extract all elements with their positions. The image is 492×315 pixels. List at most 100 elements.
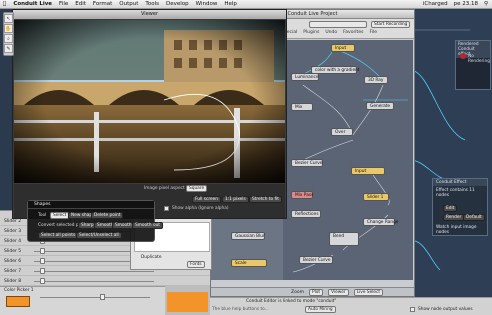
full-screen-button[interactable]: Full screen	[192, 196, 221, 203]
color-swatch[interactable]	[6, 296, 30, 307]
node-gradient[interactable]: color with a gradient	[311, 66, 360, 74]
menu-develop[interactable]: Develop	[166, 1, 189, 7]
viewer-window: Viewer Image pixel aspect Square Full sc…	[12, 9, 287, 219]
stretch-to-fit-button[interactable]: Stretch to fit	[249, 196, 282, 203]
tool-label: Tool	[38, 213, 47, 218]
zoom-label: Zoom	[291, 289, 304, 295]
project-bottom-bar: Zoom Plot Viewer Live Select	[211, 287, 414, 296]
effect-node-count: Effect contains 11 nodes	[436, 188, 475, 198]
color-picker-panel: Color Picker 1	[0, 286, 165, 315]
no-rendering-label: No Rendering	[468, 54, 490, 64]
menu-window[interactable]: Window	[196, 1, 218, 7]
viewer-button[interactable]: Viewer	[328, 288, 349, 296]
arrow-tool-icon[interactable]: ↖	[4, 14, 13, 23]
delete-point-button[interactable]: Delete point	[91, 212, 124, 219]
node-input-2[interactable]: Input	[351, 167, 385, 175]
status-hint: The blue help buttons to...	[212, 307, 269, 312]
pixel-aspect-select[interactable]: Square	[186, 185, 208, 192]
plot-button[interactable]: Plot	[308, 288, 324, 296]
slider-label: Slider 4	[4, 239, 22, 244]
slider-knob[interactable]	[40, 268, 45, 274]
menu-bar:  Conduit Live File Edit Format Output T…	[0, 0, 492, 9]
slider-track[interactable]	[34, 281, 154, 282]
effect-title: Conduit Effect	[433, 179, 487, 186]
default-button[interactable]: Default	[463, 214, 485, 221]
slider-label: Slider 7	[4, 269, 22, 274]
show-node-output-label: Show node output values	[418, 307, 473, 312]
menu-app-name[interactable]: Conduit Live	[13, 1, 52, 7]
viewer-image[interactable]	[14, 20, 285, 183]
menu-output[interactable]: Output	[119, 1, 138, 7]
duplicate-label[interactable]: Duplicate	[141, 255, 161, 260]
tab-favorites[interactable]: Favorites	[343, 30, 363, 35]
node-mix-pass[interactable]: Mix Pass	[291, 191, 313, 199]
viewer-title: Viewer	[13, 10, 286, 19]
record-dot-icon	[460, 53, 466, 59]
menubar-clock: pe 23.18	[453, 1, 478, 7]
show-node-output-checkbox[interactable]	[410, 307, 415, 312]
slider-knob[interactable]	[40, 248, 45, 254]
search-field[interactable]	[309, 21, 367, 28]
spotlight-icon[interactable]: ⚲	[484, 1, 488, 7]
auto-miring-button[interactable]: Auto Miring	[305, 306, 336, 313]
edit-button[interactable]: Edit	[443, 205, 458, 212]
pen-tool-icon[interactable]: ✎	[4, 44, 13, 53]
conduit-effect-panel: Conduit Effect Effect contains 11 nodes …	[432, 178, 488, 236]
status-message: Conduit Editor is linked to mode "condui…	[246, 299, 337, 304]
tab-plugins[interactable]: Plugins	[303, 30, 319, 35]
show-alpha-label: Show alpha (Ignore alpha)	[172, 206, 229, 211]
node-input[interactable]: Input	[331, 44, 355, 52]
node-change-range[interactable]: Change Range	[363, 218, 398, 226]
apple-icon[interactable]: 	[3, 1, 6, 7]
node-reflections[interactable]: Reflections	[291, 210, 321, 218]
node-3d-ray[interactable]: 3D Ray	[364, 76, 388, 84]
slider-knob[interactable]	[40, 258, 45, 264]
one-to-one-button[interactable]: 1:1 pixels	[222, 196, 249, 203]
render-button[interactable]: Render	[443, 214, 465, 221]
menu-file[interactable]: File	[59, 1, 68, 7]
menubar-status: iCharged pe 23.18 ⚲	[423, 1, 492, 7]
select-unselect-all-button[interactable]: Select/Unselect all	[76, 232, 122, 239]
smooth-out-button[interactable]: Smooth out	[132, 222, 163, 229]
menu-help[interactable]: Help	[224, 1, 237, 7]
color-picker-label: Color Picker 1	[4, 288, 34, 293]
node-over[interactable]: Over	[331, 128, 353, 136]
start-recording-button[interactable]: Start Recording	[371, 21, 411, 28]
live-select-button[interactable]: Live Select	[353, 288, 384, 296]
node-bend[interactable]: Bend	[329, 232, 359, 246]
tab-file[interactable]: File	[369, 30, 377, 35]
node-gaussian-blur[interactable]: Gaussian Blur	[231, 232, 265, 240]
menu-edit[interactable]: Edit	[75, 1, 86, 7]
bridge-photo	[14, 20, 285, 183]
node-mix[interactable]: Mix	[291, 103, 313, 111]
slider-knob[interactable]	[40, 278, 45, 284]
slider-label: Slider 2	[4, 219, 22, 224]
status-bar: Conduit Editor is linked to mode "condui…	[210, 297, 492, 315]
node-bezier-curve-2[interactable]: Bezier Curve	[299, 256, 333, 264]
tab-undo[interactable]: Undo	[325, 30, 337, 35]
select-tool-button[interactable]: Select	[50, 212, 70, 219]
pixel-aspect-label: Image pixel aspect	[144, 186, 185, 191]
slider-track[interactable]	[34, 271, 154, 272]
slider-row: Slider 8	[0, 277, 210, 286]
zoom-tool-icon[interactable]: ⌕	[4, 34, 13, 43]
color-slider-knob[interactable]	[100, 294, 105, 300]
shapes-title: Shapes	[28, 201, 154, 209]
fonts-button[interactable]: Fonts	[187, 261, 205, 268]
node-generate[interactable]: Generate	[366, 102, 394, 110]
node-bezier-curve[interactable]: Bezier Curve	[291, 159, 323, 167]
menubar-user[interactable]: iCharged	[423, 1, 448, 7]
menu-tools[interactable]: Tools	[145, 1, 159, 7]
select-all-points-button[interactable]: Select all points	[38, 232, 79, 239]
menu-format[interactable]: Format	[93, 1, 112, 7]
hand-tool-icon[interactable]: ✋	[4, 24, 13, 33]
rendered-effect-panel: Rendered Conduit effect No Rendering	[455, 40, 491, 90]
node-scale[interactable]: Scale	[231, 259, 267, 267]
watch-input-label[interactable]: Watch input image nodes	[436, 225, 487, 235]
show-alpha-checkbox[interactable]	[164, 206, 169, 211]
slider-label: Slider 3	[4, 229, 22, 234]
slider-label: Slider 8	[4, 279, 22, 284]
color-slider-track[interactable]	[40, 297, 150, 298]
node-slider-1[interactable]: Slider 1	[363, 193, 389, 201]
tool-palette: ↖ ✋ ⌕ ✎	[3, 12, 14, 56]
